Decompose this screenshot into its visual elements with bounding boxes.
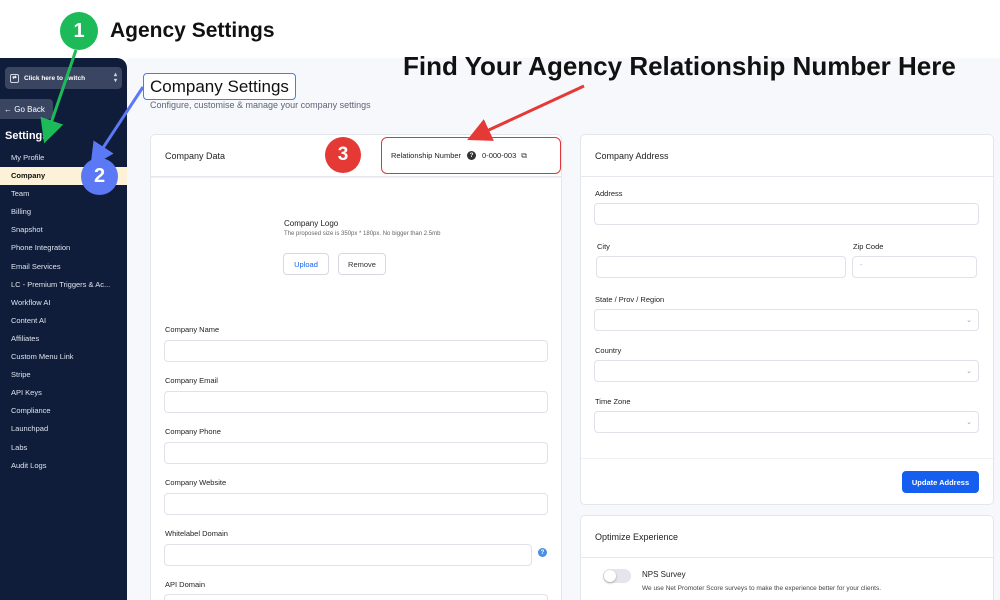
timezone-label: Time Zone — [595, 397, 631, 406]
sidebar-item-stripe[interactable]: Stripe — [0, 366, 127, 384]
whitelabel-help-icon[interactable]: ? — [538, 548, 547, 557]
sidebar-item-api-keys[interactable]: API Keys — [0, 384, 127, 402]
zip-label: Zip Code — [853, 242, 884, 251]
sidebar-item-launchpad[interactable]: Launchpad — [0, 420, 127, 438]
annotation-headline: Find Your Agency Relationship Number Her… — [403, 51, 956, 81]
company-address-header: Company Address — [581, 135, 993, 177]
sidebar-item-billing[interactable]: Billing — [0, 203, 127, 221]
sidebar-item-premium-triggers[interactable]: LC - Premium Triggers & Ac... — [0, 276, 127, 294]
sidebar-item-custom-menu-link[interactable]: Custom Menu Link — [0, 348, 127, 366]
help-icon[interactable]: ? — [467, 151, 477, 160]
update-address-button[interactable]: Update Address — [902, 471, 979, 493]
nps-toggle[interactable] — [603, 569, 631, 583]
api-domain-input[interactable] — [164, 594, 548, 600]
sidebar-item-snapshot[interactable]: Snapshot — [0, 221, 127, 239]
sidebar-item-workflow-ai[interactable]: Workflow AI — [0, 294, 127, 312]
company-email-label: Company Email — [165, 376, 218, 385]
sidebar-item-content-ai[interactable]: Content AI — [0, 312, 127, 330]
remove-logo-button[interactable]: Remove — [338, 253, 386, 275]
relationship-number-label: Relationship Number — [391, 151, 462, 160]
sidebar-item-labs[interactable]: Labs — [0, 439, 127, 457]
optimize-experience-header: Optimize Experience — [581, 516, 993, 558]
whitelabel-domain-input[interactable] — [164, 544, 532, 566]
company-website-label: Company Website — [165, 478, 227, 487]
screenshot: ⇄ Click here to switch ▴ ▾ ← Go Back Sett… — [0, 0, 1000, 600]
annotation-badge-2: 2 — [81, 158, 118, 195]
whitelabel-domain-label: Whitelabel Domain — [165, 529, 228, 538]
country-label: Country — [595, 346, 622, 355]
settings-nav: My Profile Company Team Billing Snapshot… — [0, 149, 127, 475]
annotation-label-agency-settings: Agency Settings — [110, 19, 275, 42]
toggle-knob — [604, 570, 616, 582]
annotation-badge-1: 1 — [60, 12, 98, 50]
copy-icon[interactable]: ⧉ — [521, 151, 527, 161]
sidebar-item-phone-integration[interactable]: Phone Integration — [0, 239, 127, 257]
sidebar-item-compliance[interactable]: Compliance — [0, 402, 127, 420]
company-email-input[interactable] — [164, 391, 548, 413]
chevron-down-icon: ⌄ — [966, 368, 972, 375]
account-switcher[interactable]: ⇄ Click here to switch ▴ ▾ — [5, 67, 122, 89]
sidebar-item-email-services[interactable]: Email Services — [0, 258, 127, 276]
country-select[interactable]: ⌄ — [594, 360, 979, 382]
city-input[interactable] — [596, 256, 846, 278]
nps-survey-description: We use Net Promoter Score surveys to mak… — [642, 585, 882, 592]
sidebar-item-audit-logs[interactable]: Audit Logs — [0, 457, 127, 475]
account-switcher-label: Click here to switch — [24, 74, 86, 82]
chevron-down-icon: ⌄ — [966, 419, 972, 426]
company-website-input[interactable] — [164, 493, 548, 515]
company-name-label: Company Name — [165, 325, 220, 334]
company-name-input[interactable] — [164, 340, 548, 362]
go-back-button[interactable]: ← Go Back — [0, 99, 53, 119]
page-subtitle: Configure, customise & manage your compa… — [150, 100, 371, 110]
address-label: Address — [595, 189, 623, 198]
state-label: State / Prov / Region — [595, 295, 665, 304]
up-down-caret-icon: ▴ ▾ — [113, 72, 117, 84]
company-logo-hint: The proposed size is 350px * 180px. No b… — [284, 231, 441, 237]
relationship-number-box: Relationship Number ? 0-000-003 ⧉ — [381, 137, 561, 174]
company-phone-input[interactable] — [164, 442, 548, 464]
company-phone-label: Company Phone — [165, 427, 221, 436]
zip-input[interactable]: - — [852, 256, 977, 278]
nps-survey-title: NPS Survey — [642, 570, 686, 579]
upload-logo-button[interactable]: Upload — [283, 253, 329, 275]
chevron-down-icon: ⌄ — [966, 317, 972, 324]
zip-input-value: - — [860, 262, 863, 269]
address-input[interactable] — [594, 203, 979, 225]
city-label: City — [597, 242, 610, 251]
switch-icon: ⇄ — [10, 73, 19, 83]
settings-sidebar: ⇄ Click here to switch ▴ ▾ ← Go Back Sett… — [0, 58, 127, 600]
api-domain-label: API Domain — [165, 580, 206, 589]
page-title: Company Settings — [143, 73, 296, 100]
state-select[interactable]: ⌄ — [594, 309, 979, 331]
sidebar-item-affiliates[interactable]: Affiliates — [0, 330, 127, 348]
relationship-number-value: 0-000-003 — [482, 151, 517, 160]
company-logo-title: Company Logo — [284, 219, 339, 228]
sidebar-title: Settings — [5, 130, 49, 142]
timezone-select[interactable]: ⌄ — [594, 411, 979, 433]
annotation-badge-3: 3 — [325, 137, 361, 173]
